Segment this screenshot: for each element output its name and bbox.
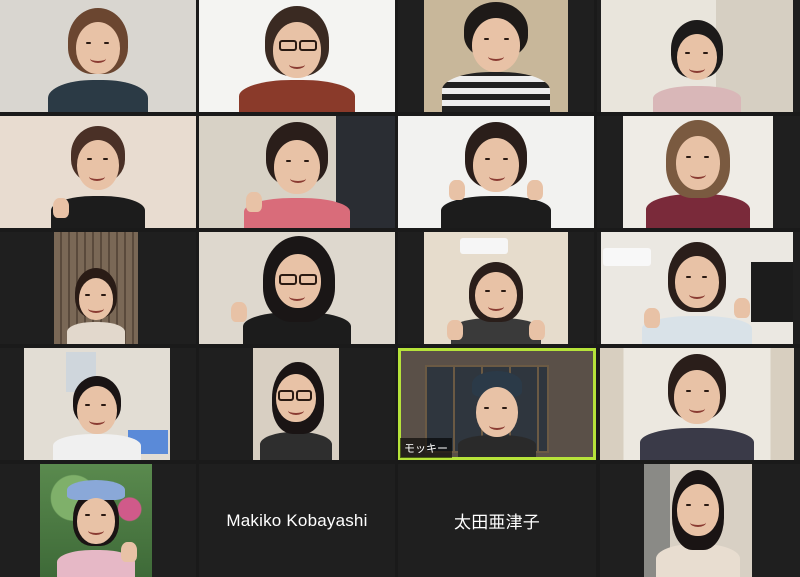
participant-tile[interactable]: [600, 348, 800, 460]
participant-avatar: [441, 262, 551, 344]
participant-avatar: [650, 470, 746, 577]
participant-tile[interactable]: [597, 116, 800, 228]
participant-avatar: [638, 120, 758, 228]
participant-tile[interactable]: [0, 464, 196, 577]
participant-video: [601, 0, 793, 112]
participant-tile[interactable]: [398, 0, 594, 112]
participant-tile[interactable]: [199, 0, 395, 112]
participant-avatar: [61, 268, 131, 344]
participant-video: [398, 116, 594, 228]
participant-video: [623, 116, 773, 228]
participant-avatar: [47, 376, 147, 460]
participant-name: 太田亜津子: [454, 513, 540, 532]
participant-avatar: [436, 2, 556, 112]
participant-tile[interactable]: [199, 116, 395, 228]
participant-tile-active-speaker[interactable]: モッキー: [398, 348, 596, 460]
participant-video: [424, 232, 568, 344]
participant-tile-video-off[interactable]: Makiko Kobayashi: [199, 464, 395, 577]
gallery-view: モッキー Makiko Kobayashi 太田亜津子: [0, 0, 800, 577]
participant-tile[interactable]: [0, 348, 196, 460]
participant-avatar: [227, 6, 367, 112]
participant-avatar: [227, 236, 367, 344]
participant-avatar: [38, 8, 158, 112]
participant-avatar: [622, 242, 772, 344]
participant-video: [24, 348, 170, 460]
participant-video: [424, 0, 568, 112]
participant-avatar: [256, 362, 336, 460]
participant-video: [0, 0, 196, 112]
participant-avatar: [632, 354, 762, 460]
participant-avatar: [431, 122, 561, 228]
participant-tile[interactable]: [597, 232, 800, 344]
participant-tile[interactable]: [0, 116, 196, 228]
participant-video: [40, 464, 152, 577]
participant-avatar: [51, 480, 141, 577]
participant-tile[interactable]: [199, 232, 395, 344]
participant-video: [644, 464, 752, 577]
participant-video: [199, 116, 395, 228]
participant-tile[interactable]: [398, 116, 594, 228]
participant-tile-video-off[interactable]: 太田亜津子: [398, 464, 596, 577]
participant-tile[interactable]: [199, 348, 395, 460]
participant-avatar: [647, 20, 747, 112]
participant-tile[interactable]: [398, 232, 594, 344]
participant-avatar: [232, 122, 362, 228]
participant-video: [600, 348, 794, 460]
participant-tile[interactable]: [597, 0, 800, 112]
participant-video: [199, 232, 395, 344]
participant-tile[interactable]: [0, 232, 196, 344]
participant-name: Makiko Kobayashi: [226, 510, 368, 530]
participant-tile[interactable]: [600, 464, 800, 577]
participant-video: [0, 116, 196, 228]
participant-video: [199, 0, 395, 112]
participant-avatar: [43, 126, 153, 228]
participant-video: [54, 232, 138, 344]
participant-name-label: モッキー: [400, 438, 452, 458]
participant-video: [601, 232, 793, 344]
participant-tile[interactable]: [0, 0, 196, 112]
participant-video: [253, 348, 339, 460]
participant-avatar: [452, 371, 542, 457]
